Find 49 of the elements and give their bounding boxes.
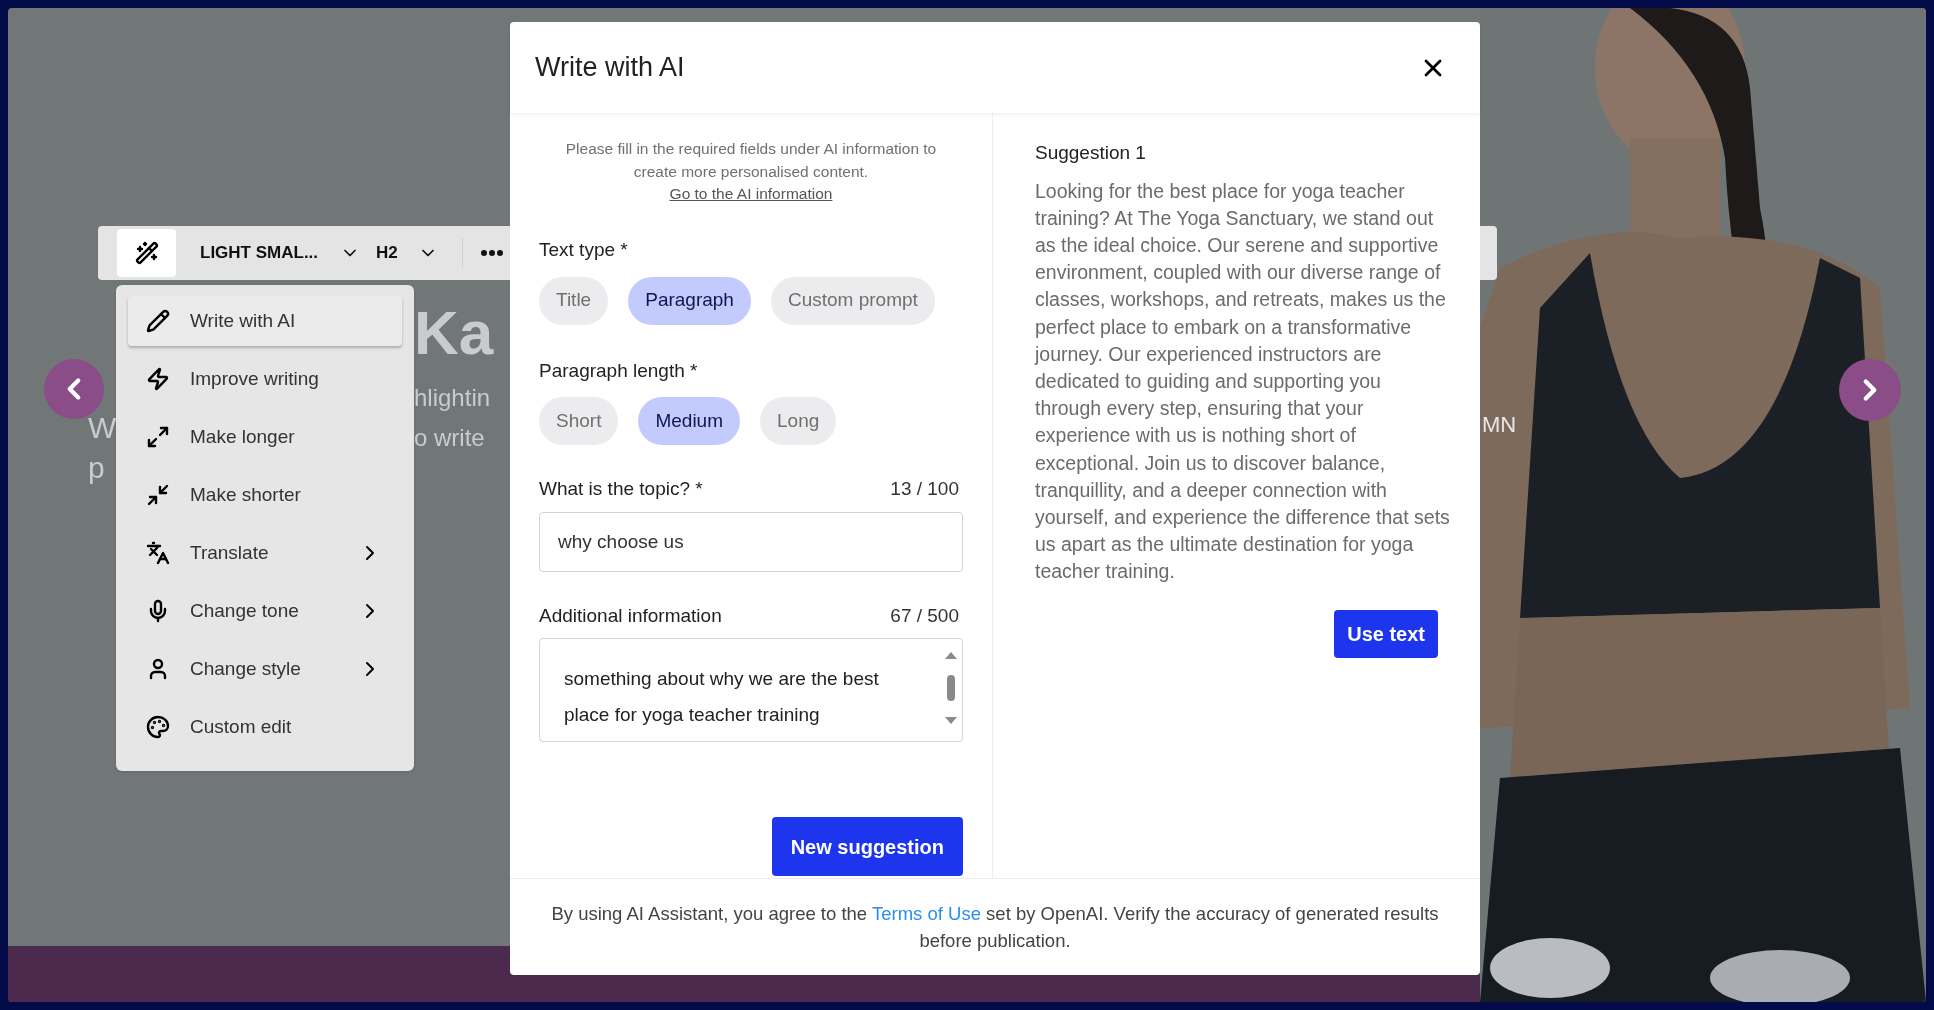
menu-item[interactable]: Change tone (128, 586, 402, 636)
magic-wand-icon (134, 241, 159, 265)
suggestion-text: Looking for the best place for yoga teacher training? At The Yoga Sanctuary, we stand out as the ideal choice. Our serene and supportive environment, coupled with our diverse range of classes, workshops, and retreats, makes us the perfect place to embark on a transformative journey. Our experienced instructors are dedicated to guiding and supporting you through every step, ensuring that your experience with us is nothing short of exceptional. Join us to discover balance, tranquillity, and a deeper connection with yourself, and experience the difference that sets us apart as the ultimate destination for yoga teacher training. (1035, 178, 1451, 585)
character-counter: 67 / 500 (890, 603, 959, 628)
choice-chip[interactable]: Title (539, 276, 609, 325)
disclaimer-text: By using AI Assistant, you agree to the Terms of Use set by OpenAI. Verify the accuracy of generated results before publication. (550, 902, 1440, 953)
field-label: Additional information (539, 603, 722, 628)
font-style-dropdown[interactable]: LIGHT SMAL... (200, 240, 361, 266)
choice-chip[interactable]: Short (539, 397, 619, 445)
page-text: MN (1482, 411, 1517, 439)
suggestion-title: Suggestion 1 (1035, 141, 1147, 165)
menu-item[interactable]: Translate (128, 528, 402, 578)
expand-arrows-icon (146, 425, 170, 449)
page-text: W (88, 410, 117, 446)
more-button[interactable] (480, 250, 503, 256)
dialog-title: Write with AI (535, 51, 685, 85)
ai-information-link[interactable]: Go to the AI information (669, 183, 833, 204)
character-counter: 13 / 100 (890, 477, 959, 501)
page-heading: Ka (414, 297, 495, 369)
heading-dropdown[interactable]: H2 (376, 240, 438, 266)
choice-chip[interactable]: Medium (638, 397, 740, 445)
collapse-arrows-icon (146, 483, 170, 507)
page-text: hlightin (414, 383, 492, 413)
lightning-icon (146, 367, 170, 391)
field-label: Text type * (539, 238, 629, 262)
palette-icon (146, 715, 170, 739)
menu-item[interactable]: Custom edit (128, 702, 402, 752)
magic-wand-button[interactable] (117, 229, 176, 277)
new-suggestion-button[interactable]: New suggestion (771, 817, 963, 876)
menu-item[interactable]: Change style (128, 644, 402, 694)
menu-item[interactable]: Make shorter (128, 470, 402, 520)
choice-chip[interactable]: Long (760, 397, 837, 445)
choice-chip[interactable]: Paragraph (628, 276, 751, 325)
pencil-icon (146, 309, 170, 333)
menu-item[interactable]: Write with AI (128, 296, 402, 346)
field-label: What is the topic? * (539, 477, 703, 501)
menu-item[interactable]: Make longer (128, 412, 402, 462)
use-text-button[interactable]: Use text (1334, 609, 1438, 658)
topic-input[interactable]: why choose us (539, 511, 963, 572)
more-icon (480, 250, 503, 256)
field-label: Paragraph length * (539, 358, 699, 383)
translate-icon (146, 541, 170, 565)
menu-item[interactable]: Improve writing (128, 354, 402, 404)
page-text: p (88, 450, 106, 486)
page-text: o write (414, 423, 486, 453)
choice-chip[interactable]: Custom prompt (770, 276, 935, 325)
additional-info-textarea[interactable]: something about why we are the best place for yoga teacher training (539, 638, 963, 742)
previous-slide-button[interactable] (44, 359, 104, 419)
info-text: Please fill in the required fields under AI information to create more personalised content. (564, 139, 938, 182)
